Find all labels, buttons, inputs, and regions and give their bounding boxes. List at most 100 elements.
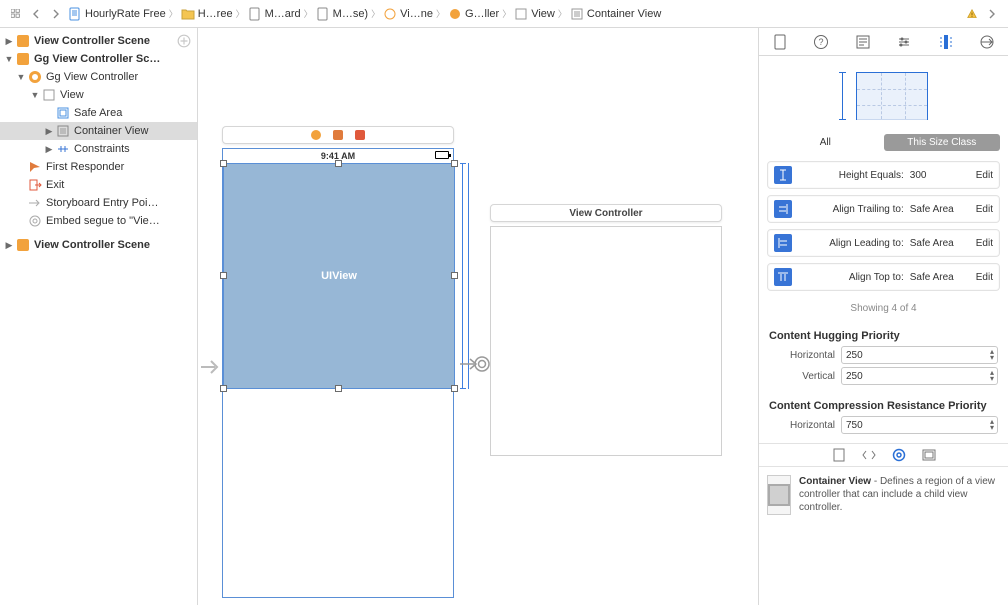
first-responder-dot-icon[interactable]: [333, 130, 343, 140]
constraint-value: Safe Area: [910, 272, 970, 283]
outline-label: First Responder: [46, 161, 124, 173]
compression-priority-section: Content Compression Resistance Priority …: [759, 394, 1008, 443]
resize-handle[interactable]: [220, 272, 227, 279]
crumb-project[interactable]: HourlyRate Free: [66, 7, 168, 21]
crumb-label: View: [531, 8, 555, 20]
outline-label: Exit: [46, 179, 64, 191]
nav-back-icon[interactable]: [27, 5, 45, 23]
storyboard-canvas[interactable]: 9:41 AM UIView: [198, 28, 758, 605]
outline-vc[interactable]: ▼Gg View Controller: [0, 68, 197, 86]
outline-container-view[interactable]: ▶Container View: [0, 122, 197, 140]
container-view[interactable]: UIView: [223, 163, 455, 389]
quick-help-icon[interactable]: ?: [811, 32, 831, 52]
constraint-row[interactable]: Align Trailing to: Safe Area Edit: [767, 195, 1000, 223]
seg-all[interactable]: All: [767, 134, 884, 151]
outline-exit[interactable]: Exit: [0, 176, 197, 194]
crumb-base[interactable]: M…se): [314, 7, 370, 21]
outline-label: Safe Area: [74, 107, 122, 119]
constraint-label: Height Equals:: [800, 170, 904, 181]
outline-scene[interactable]: ▶View Controller Scene: [0, 236, 197, 254]
constraint-edit-button[interactable]: Edit: [976, 204, 993, 215]
constraint-edit-button[interactable]: Edit: [976, 272, 993, 283]
size-class-segmented[interactable]: All This Size Class: [767, 134, 1000, 151]
vc-dot-icon[interactable]: [311, 130, 321, 140]
chevron-right-icon: 〉: [370, 7, 381, 20]
crumb-view[interactable]: View: [512, 7, 557, 21]
stepper-icon[interactable]: ▴▾: [990, 419, 994, 431]
embed-segue-icon[interactable]: [460, 352, 490, 376]
constraint-row[interactable]: Height Equals: 300 Edit: [767, 161, 1000, 189]
warning-icon[interactable]: [963, 5, 981, 23]
resize-handle[interactable]: [451, 160, 458, 167]
constraints-showing-label: Showing 4 of 4: [759, 297, 1008, 324]
size-inspector-icon[interactable]: [936, 32, 956, 52]
connections-inspector-icon[interactable]: [977, 32, 997, 52]
object-library-icon[interactable]: [891, 447, 907, 463]
scene-gg-viewcontroller[interactable]: 9:41 AM UIView: [222, 126, 454, 598]
breadcrumb-bar: HourlyRate Free 〉 H…ree 〉 M…ard 〉 M…se) …: [0, 0, 1008, 28]
outline-view[interactable]: ▼View: [0, 86, 197, 104]
resize-handle[interactable]: [335, 160, 342, 167]
attributes-inspector-icon[interactable]: [894, 32, 914, 52]
resize-handle[interactable]: [451, 385, 458, 392]
chevron-right-icon: 〉: [557, 7, 568, 20]
add-scene-icon[interactable]: [177, 34, 191, 48]
resize-handle[interactable]: [335, 385, 342, 392]
align-trailing-icon: [774, 200, 792, 218]
scene-header[interactable]: View Controller: [490, 204, 722, 222]
crumb-container[interactable]: Container View: [568, 7, 663, 21]
outline-scene[interactable]: ▶View Controller Scene: [0, 32, 197, 50]
stepper-icon[interactable]: ▴▾: [990, 349, 994, 361]
crumb-label: H…ree: [198, 8, 233, 20]
related-items-icon[interactable]: [7, 5, 25, 23]
align-leading-icon: [774, 234, 792, 252]
constraint-value: 300: [910, 170, 970, 181]
crumb-storyboard[interactable]: M…ard: [246, 7, 303, 21]
inspector-tabs: ?: [759, 28, 1008, 56]
exit-dot-icon[interactable]: [355, 130, 365, 140]
resize-handle[interactable]: [451, 272, 458, 279]
scene-title: View Controller: [569, 208, 642, 219]
outline-entry-point[interactable]: Storyboard Entry Poi…: [0, 194, 197, 212]
constraint-edit-button[interactable]: Edit: [976, 238, 993, 249]
battery-icon: [435, 151, 449, 159]
constraints-list: Height Equals: 300 Edit Align Trailing t…: [759, 155, 1008, 297]
crumb-scene[interactable]: Vi…ne: [381, 7, 435, 21]
align-top-icon: [774, 268, 792, 286]
crumb-folder[interactable]: H…ree: [179, 7, 235, 21]
scene-header[interactable]: [222, 126, 454, 144]
outline-scene[interactable]: ▼Gg View Controller Sc…: [0, 50, 197, 68]
code-snippet-library-icon[interactable]: [861, 447, 877, 463]
outline-constraints[interactable]: ▶Constraints: [0, 140, 197, 158]
identity-inspector-icon[interactable]: [853, 32, 873, 52]
file-template-library-icon[interactable]: [831, 447, 847, 463]
hugging-h-combo[interactable]: 250▴▾: [841, 346, 998, 364]
file-inspector-icon[interactable]: [770, 32, 790, 52]
outline-safearea[interactable]: Safe Area: [0, 104, 197, 122]
uiview-label: UIView: [321, 270, 357, 282]
compression-h-combo[interactable]: 750▴▾: [841, 416, 998, 434]
document-outline: ▶View Controller Scene ▼Gg View Controll…: [0, 28, 198, 605]
outline-first-responder[interactable]: First Responder: [0, 158, 197, 176]
nav-forward-icon[interactable]: [47, 5, 65, 23]
constraint-label: Align Top to:: [800, 272, 904, 283]
stepper-icon[interactable]: ▴▾: [990, 370, 994, 382]
outline-embed-segue[interactable]: Embed segue to "Vie…: [0, 212, 197, 230]
media-library-icon[interactable]: [921, 447, 937, 463]
seg-this-size-class[interactable]: This Size Class: [884, 134, 1001, 151]
crumb-vc[interactable]: G…ller: [446, 7, 501, 21]
scene-body[interactable]: [490, 226, 722, 456]
breadcrumb: HourlyRate Free 〉 H…ree 〉 M…ard 〉 M…se) …: [66, 7, 962, 21]
constraint-edit-button[interactable]: Edit: [976, 170, 993, 181]
hugging-priority-section: Content Hugging Priority Horizontal 250▴…: [759, 324, 1008, 394]
resize-handle[interactable]: [220, 160, 227, 167]
object-help-box: Container View - Defines a region of a v…: [759, 467, 1008, 523]
scene-body[interactable]: 9:41 AM UIView: [222, 148, 454, 598]
resize-handle[interactable]: [220, 385, 227, 392]
library-tabs: [759, 443, 1008, 467]
scene-child-viewcontroller[interactable]: View Controller: [490, 204, 722, 456]
nav-forward-small-icon[interactable]: [983, 5, 1001, 23]
constraint-row[interactable]: Align Leading to: Safe Area Edit: [767, 229, 1000, 257]
hugging-v-combo[interactable]: 250▴▾: [841, 367, 998, 385]
constraint-row[interactable]: Align Top to: Safe Area Edit: [767, 263, 1000, 291]
